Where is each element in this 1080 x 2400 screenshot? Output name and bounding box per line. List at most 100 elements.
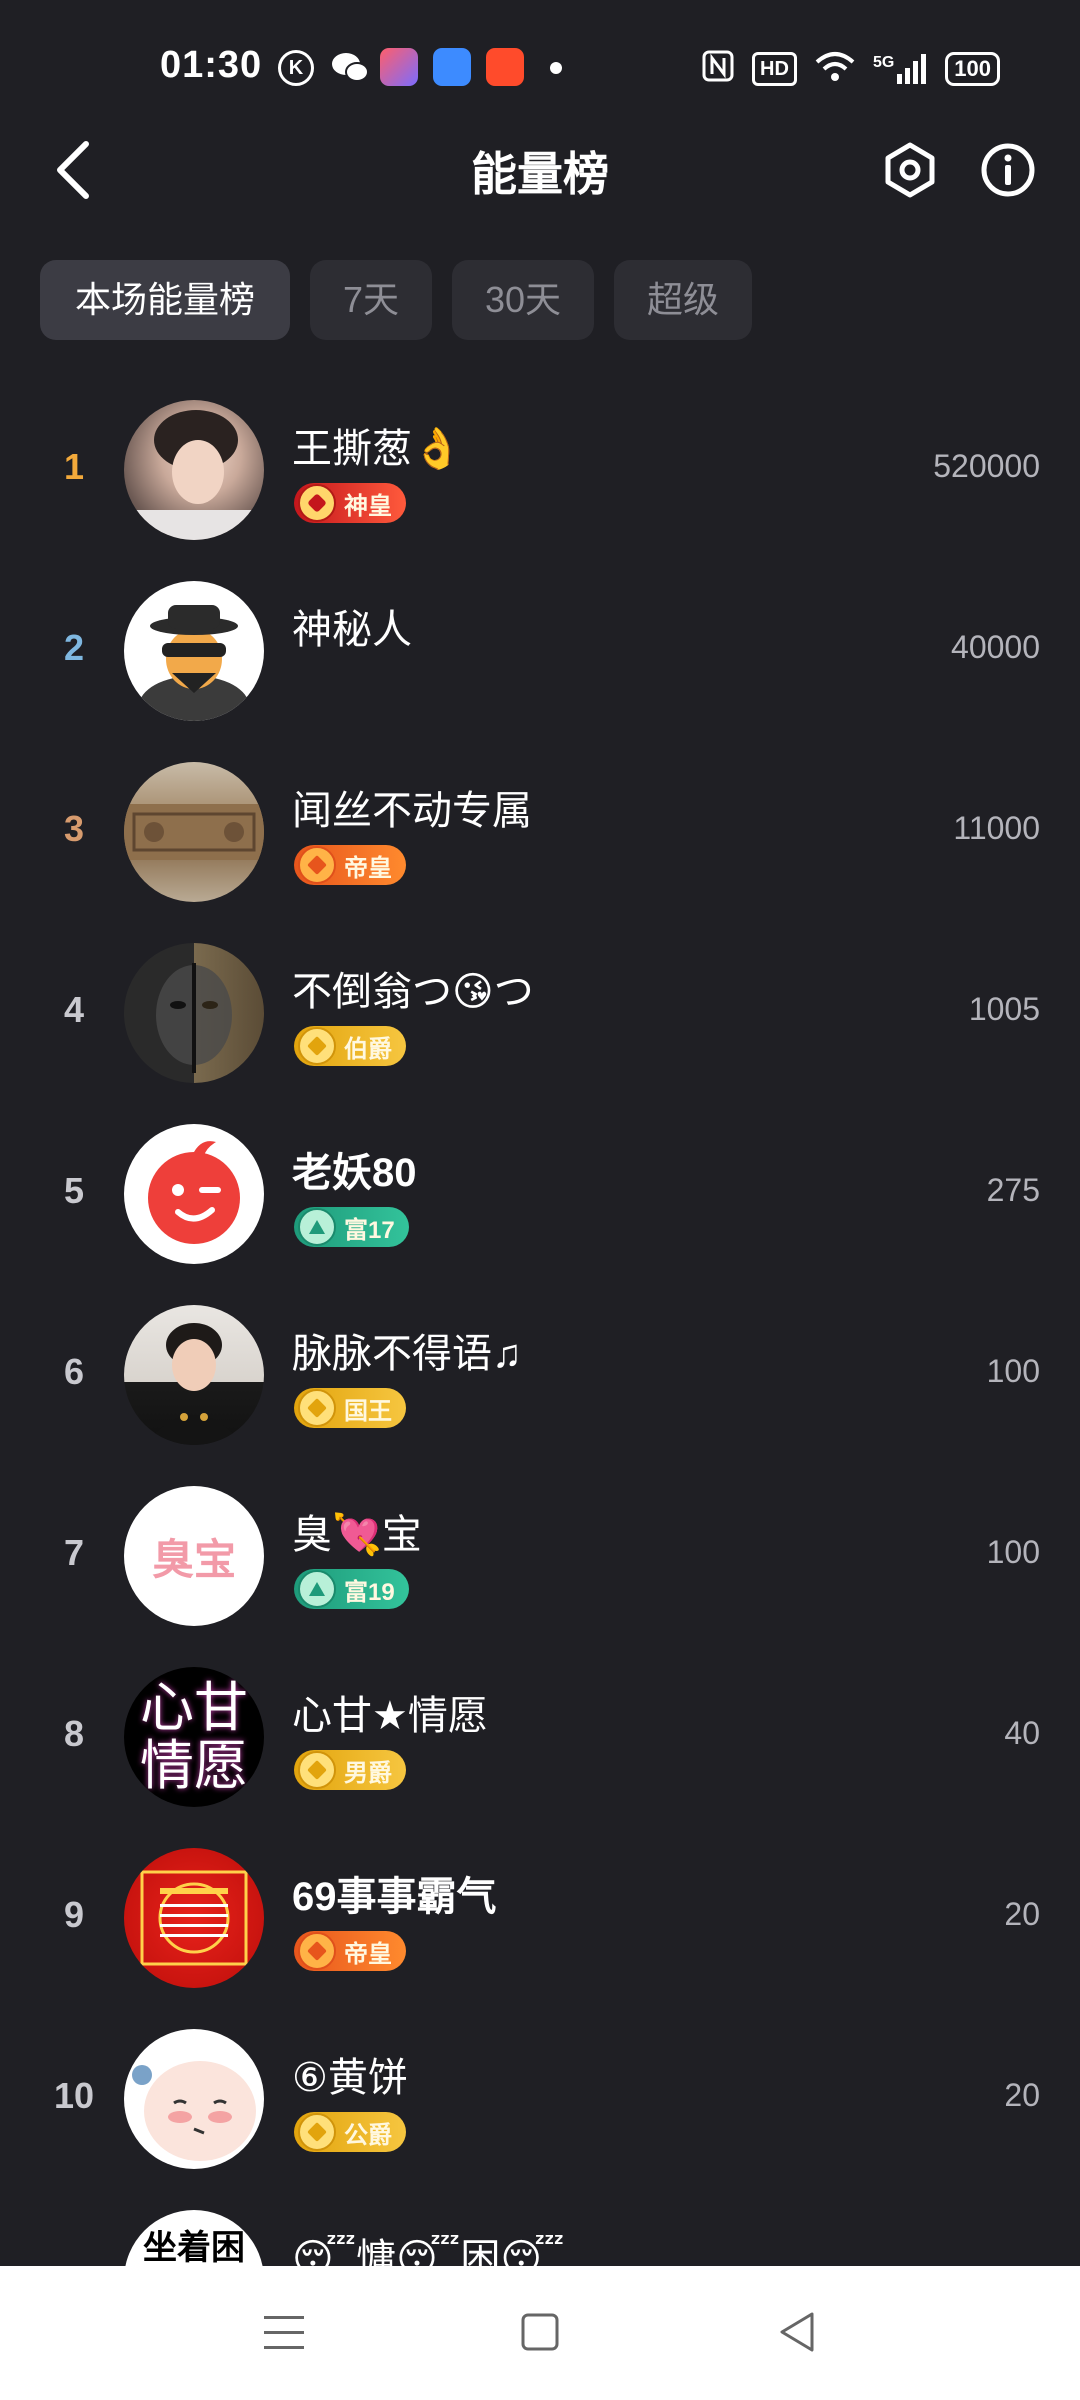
back-triangle-icon xyxy=(780,2312,814,2352)
rank-number: 3 xyxy=(63,808,85,849)
avatar[interactable] xyxy=(124,1848,264,1988)
energy-score: 275 xyxy=(986,1172,1040,1208)
user-name: 闻丝不动专属 xyxy=(292,789,532,833)
list-item[interactable]: 1 王撕葱👌 神皇 520000 xyxy=(0,380,1080,561)
badge-label: 男爵 xyxy=(344,1759,392,1787)
diamond-medal-icon xyxy=(298,1027,336,1065)
status-time: 01:30 xyxy=(160,44,263,86)
tab-current-session[interactable]: 本场能量榜 xyxy=(40,260,290,340)
rank-number: 10 xyxy=(53,2075,95,2116)
settings-hexagon-icon xyxy=(885,142,935,198)
energy-score: 20 xyxy=(1004,1896,1040,1932)
cell-signal-icon: 5G xyxy=(873,54,927,84)
ranking-list: 1 王撕葱👌 神皇 520000 2 神秘人 40000 3 闻丝不动专属 帝皇… xyxy=(0,380,1080,2371)
avatar[interactable] xyxy=(124,1305,264,1445)
list-item[interactable]: 8 心甘 情愿 心甘★情愿 男爵 40 xyxy=(0,1647,1080,1828)
list-item[interactable]: 6 脉脉不得语♫ 国王 100 xyxy=(0,1285,1080,1466)
badge-label: 富17 xyxy=(344,1216,395,1244)
top-bar: 能量榜 xyxy=(0,120,1080,220)
wechat-icon xyxy=(330,48,369,86)
battery-icon: 100 xyxy=(945,52,1000,86)
badge-label: 伯爵 xyxy=(344,1035,392,1063)
badge-label: 神皇 xyxy=(344,492,392,520)
info-icon xyxy=(981,143,1035,197)
rank-badge: 男爵 xyxy=(294,1750,406,1790)
avatar[interactable] xyxy=(124,762,264,902)
wifi-icon xyxy=(815,50,855,88)
avatar-text: 坐着困 xyxy=(143,2229,245,2267)
recent-apps-button[interactable] xyxy=(254,2302,314,2362)
user-name: 不倒翁つ😘つ xyxy=(292,970,534,1014)
rank-number: 4 xyxy=(63,989,85,1030)
energy-score: 40000 xyxy=(951,629,1040,665)
energy-score: 20 xyxy=(1004,2077,1040,2113)
tab-7-days[interactable]: 7天 xyxy=(310,260,432,340)
badge-label: 公爵 xyxy=(344,2121,392,2149)
avatar[interactable] xyxy=(124,1124,264,1264)
list-item[interactable]: 5 老妖80 富17 275 xyxy=(0,1104,1080,1285)
energy-score: 40 xyxy=(1004,1715,1040,1751)
list-item[interactable]: 7 臭宝 臭💘宝 富19 100 xyxy=(0,1466,1080,1647)
list-item[interactable]: 3 闻丝不动专属 帝皇 11000 xyxy=(0,742,1080,923)
list-item[interactable]: 4 不倒翁つ😘つ 伯爵 1005 xyxy=(0,923,1080,1104)
badge-label: 富19 xyxy=(344,1578,395,1606)
badge-label: 帝皇 xyxy=(344,854,392,882)
triangle-medal-icon xyxy=(298,1570,336,1608)
rank-number: 9 xyxy=(63,1894,85,1935)
diamond-medal-icon xyxy=(298,1389,336,1427)
list-item[interactable]: 9 69事事霸气 帝皇 20 xyxy=(0,1828,1080,2009)
crown-medal-icon xyxy=(298,484,336,522)
diamond-medal-icon xyxy=(298,846,336,884)
user-name: 神秘人 xyxy=(292,608,412,652)
user-name: 臭💘宝 xyxy=(292,1513,422,1557)
network-type-label: 5G xyxy=(872,54,895,71)
list-item[interactable]: 2 神秘人 40000 xyxy=(0,561,1080,742)
avatar[interactable]: 臭宝 xyxy=(124,1486,264,1626)
avatar[interactable] xyxy=(124,400,264,540)
home-button[interactable] xyxy=(510,2302,570,2362)
tab-30-days[interactable]: 30天 xyxy=(452,260,594,340)
list-item[interactable]: 10 ⑥黄饼 公爵 20 xyxy=(0,2009,1080,2190)
diamond-medal-icon xyxy=(298,2113,336,2151)
avatar[interactable] xyxy=(124,581,264,721)
period-tabs: 本场能量榜 7天 30天 超级 xyxy=(40,260,752,340)
more-notifications-dot-icon xyxy=(550,62,562,74)
avatar[interactable]: 心甘 情愿 xyxy=(124,1667,264,1807)
rank-badge: 帝皇 xyxy=(294,845,406,885)
app-notification-icon xyxy=(486,48,524,86)
nfc-icon xyxy=(702,50,734,88)
energy-score: 100 xyxy=(986,1534,1040,1570)
energy-score: 520000 xyxy=(933,448,1040,484)
user-name: 脉脉不得语♫ xyxy=(292,1332,522,1376)
avatar[interactable] xyxy=(124,943,264,1083)
system-back-button[interactable] xyxy=(768,2302,828,2362)
badge-label: 国王 xyxy=(344,1397,392,1425)
diamond-medal-icon xyxy=(298,1751,336,1789)
app-notification-icon xyxy=(433,48,471,86)
rank-number: 1 xyxy=(63,446,85,487)
user-name: 王撕葱👌 xyxy=(292,427,462,471)
user-name: 老妖80 xyxy=(292,1151,417,1195)
avatar[interactable] xyxy=(124,2029,264,2169)
k-app-icon: K xyxy=(278,50,314,86)
settings-button[interactable] xyxy=(880,140,940,200)
rank-badge: 公爵 xyxy=(294,2112,406,2152)
user-name: ⑥黄饼 xyxy=(292,2056,408,2100)
triangle-medal-icon xyxy=(298,1208,336,1246)
rank-badge: 帝皇 xyxy=(294,1931,406,1971)
menu-icon xyxy=(264,2316,304,2349)
energy-score: 1005 xyxy=(968,991,1040,1027)
rank-badge: 伯爵 xyxy=(294,1026,406,1066)
avatar-text: 情愿 xyxy=(140,1734,248,1797)
rank-number: 8 xyxy=(63,1713,85,1754)
rank-badge: 神皇 xyxy=(294,483,406,523)
rank-number: 6 xyxy=(63,1351,85,1392)
tab-super[interactable]: 超级 xyxy=(614,260,752,340)
badge-label: 帝皇 xyxy=(344,1940,392,1968)
info-button[interactable] xyxy=(978,140,1038,200)
user-name: 69事事霸气 xyxy=(292,1875,497,1919)
rank-badge: 富19 xyxy=(294,1569,409,1609)
diamond-medal-icon xyxy=(298,1932,336,1970)
app-notification-icon xyxy=(380,48,418,86)
status-indicators: HD 5G 100 xyxy=(702,50,1000,88)
